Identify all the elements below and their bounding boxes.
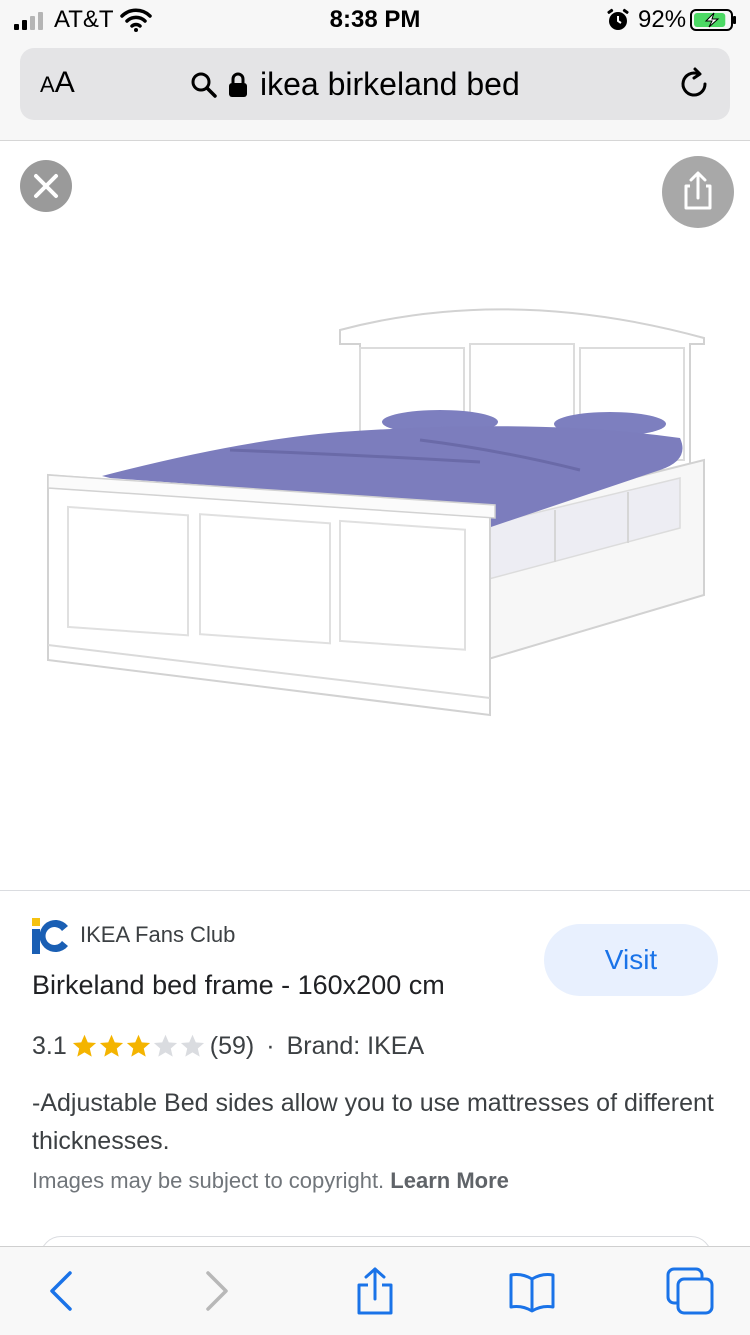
reload-icon[interactable]: [676, 66, 712, 102]
rating-row: 3.1 (59) · Brand: IKEA: [32, 1032, 424, 1061]
close-icon: [34, 174, 58, 198]
close-button[interactable]: [20, 160, 72, 212]
copyright-notice: Images may be subject to copyright. Lear…: [32, 1168, 509, 1194]
status-bar: AT&T 8:38 PM 92%: [0, 0, 750, 40]
url-display[interactable]: ikea birkeland bed: [190, 66, 520, 103]
share-image-button[interactable]: [662, 156, 734, 228]
star-empty-icon: [180, 1034, 204, 1057]
battery-percent: 92%: [638, 6, 687, 33]
source-attribution[interactable]: IKEA Fans Club: [32, 916, 235, 954]
ikea-fans-club-logo-icon: [32, 918, 68, 954]
copyright-text: Images may be subject to copyright.: [32, 1168, 385, 1193]
star-filled-icon: [99, 1034, 123, 1057]
separator-dot: ·: [266, 1032, 275, 1060]
visit-button[interactable]: Visit: [544, 924, 718, 996]
share-icon: [684, 171, 712, 210]
panel-divider: [0, 890, 750, 891]
address-field[interactable]: AA ikea birkeland bed: [20, 48, 730, 120]
learn-more-link[interactable]: Learn More: [390, 1168, 509, 1193]
bookmarks-icon[interactable]: [508, 1267, 556, 1315]
tabs-icon[interactable]: [666, 1267, 714, 1315]
share-icon[interactable]: [351, 1267, 399, 1315]
search-icon: [191, 72, 217, 98]
rating-count: (59): [209, 1032, 255, 1060]
rating-stars: [71, 1033, 206, 1060]
browser-toolbar: [0, 1246, 750, 1335]
star-empty-icon: [153, 1034, 177, 1057]
forward-icon[interactable]: [192, 1267, 240, 1315]
lock-icon: [229, 72, 247, 97]
brand-label: Brand: IKEA: [286, 1032, 425, 1060]
star-filled-icon: [72, 1034, 96, 1057]
rating-value: 3.1: [32, 1032, 67, 1060]
search-query-text: ikea birkeland bed: [260, 66, 520, 102]
browser-address-bar: AA ikea birkeland bed: [0, 40, 750, 141]
reader-options-button[interactable]: AA: [40, 66, 75, 100]
battery-icon: [690, 9, 736, 31]
product-image[interactable]: [40, 300, 720, 740]
back-icon[interactable]: [38, 1267, 86, 1315]
product-title[interactable]: Birkeland bed frame - 160x200 cm: [32, 970, 445, 1001]
product-description: -Adjustable Bed sides allow you to use m…: [32, 1089, 714, 1155]
star-filled-icon: [126, 1034, 150, 1057]
alarm-icon: [607, 8, 629, 30]
source-name: IKEA Fans Club: [80, 922, 236, 947]
